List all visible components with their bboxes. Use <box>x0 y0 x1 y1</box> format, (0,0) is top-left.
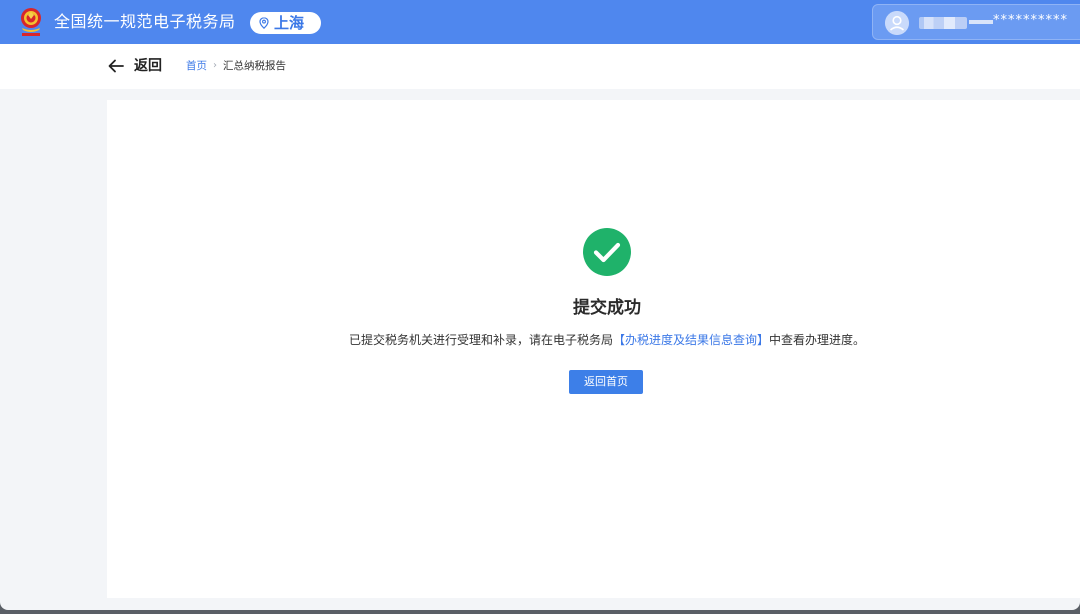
check-circle-icon <box>583 228 631 276</box>
app-window: 全国统一规范电子税务局 上海 ********** 返回 首页 › 汇总纳税报告… <box>0 0 1080 610</box>
success-message-text: 已提交税务机关进行受理和补录，请在电子税务局 <box>348 333 613 347</box>
breadcrumb: 首页 › 汇总纳税报告 <box>186 58 286 74</box>
region-selector[interactable]: 上海 <box>250 12 321 34</box>
back-button[interactable]: 返回 <box>108 55 162 77</box>
user-avatar-icon <box>885 11 909 35</box>
arrow-left-icon <box>108 59 124 73</box>
breadcrumb-current: 汇总纳税报告 <box>223 60 286 72</box>
user-name-redacted <box>919 17 967 29</box>
location-pin-icon <box>259 17 269 29</box>
site-title: 全国统一规范电子税务局 <box>54 12 236 31</box>
national-emblem-icon <box>21 8 41 36</box>
progress-query-link[interactable]: 【办税进度及结果信息查询】 <box>613 333 769 347</box>
breadcrumb-home-link[interactable]: 首页 <box>186 58 207 74</box>
back-label: 返回 <box>134 58 162 74</box>
breadcrumb-separator: › <box>213 60 217 71</box>
sub-navigation: 返回 首页 › 汇总纳税报告 <box>0 44 1080 89</box>
user-account-menu[interactable]: ********** <box>872 4 1080 40</box>
result-panel: 提交成功 已提交税务机关进行受理和补录，请在电子税务局【办税进度及结果信息查询】… <box>107 100 1080 598</box>
success-message: 已提交税务机关进行受理和补录，请在电子税务局【办税进度及结果信息查询】中查看办理… <box>107 331 1080 349</box>
region-label: 上海 <box>274 14 305 32</box>
user-id-masked: ********** <box>993 13 1068 28</box>
top-header: 全国统一规范电子税务局 上海 ********** <box>0 0 1080 44</box>
success-message-tail: 中查看办理进度。 <box>769 333 866 347</box>
success-title: 提交成功 <box>573 298 641 318</box>
user-name-redacted-tail <box>969 20 993 24</box>
return-home-button[interactable]: 返回首页 <box>569 370 643 394</box>
